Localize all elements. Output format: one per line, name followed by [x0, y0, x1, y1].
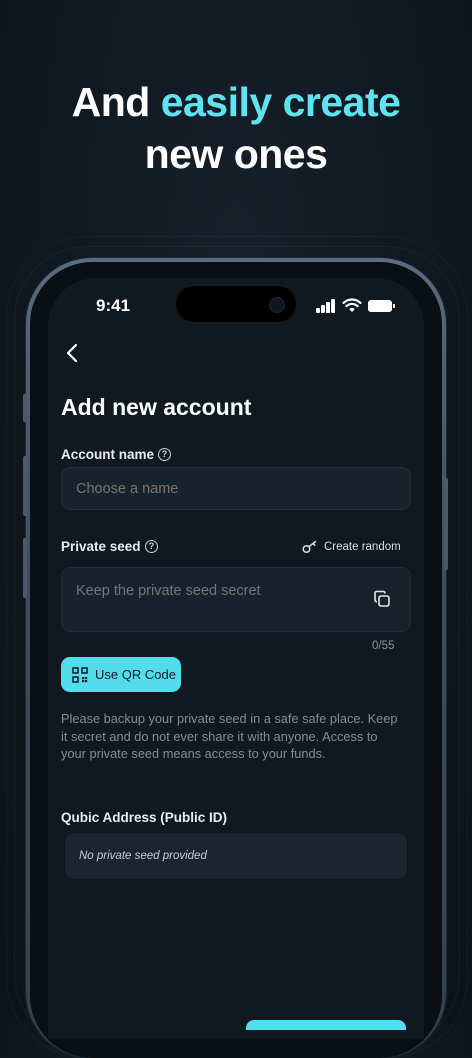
copy-icon[interactable]	[373, 590, 391, 608]
volume-down-button	[23, 538, 27, 598]
headline-plain: And	[71, 79, 151, 125]
create-random-button[interactable]: Create random	[302, 539, 401, 555]
account-name-help-icon[interactable]: ?	[158, 448, 171, 461]
battery-icon	[368, 300, 395, 312]
power-button	[444, 478, 448, 570]
wifi-icon	[342, 298, 362, 312]
use-qr-code-button[interactable]: Use QR Code	[61, 657, 181, 692]
headline-accent: easily create	[160, 79, 401, 125]
bottom-action-button[interactable]	[246, 1020, 406, 1030]
account-name-label: Account name	[61, 447, 155, 462]
cellular-signal-icon	[316, 299, 336, 313]
back-chevron-icon[interactable]	[60, 340, 86, 366]
backup-note: Please backup your private seed in a saf…	[61, 711, 398, 761]
camera-icon	[269, 297, 285, 313]
public-id-value: No private seed provided	[65, 833, 407, 879]
status-time: 9:41	[96, 296, 131, 315]
headline-line-1: And easily create	[0, 76, 472, 128]
headline-line-2: new ones	[144, 131, 328, 177]
mute-switch	[23, 394, 27, 422]
private-seed-input[interactable]	[61, 567, 411, 632]
key-icon	[302, 540, 317, 554]
seed-character-counter: 0/55	[372, 640, 395, 652]
create-random-label: Create random	[324, 541, 401, 553]
page-title: Add new account	[61, 394, 252, 420]
qr-code-icon	[72, 666, 88, 683]
use-qr-code-label: Use QR Code	[95, 667, 176, 682]
account-name-input[interactable]	[61, 467, 411, 510]
public-id-label: Qubic Address (Public ID)	[61, 810, 228, 825]
private-seed-label: Private seed	[61, 539, 141, 554]
volume-up-button	[23, 456, 27, 516]
private-seed-help-icon[interactable]: ?	[145, 540, 158, 553]
